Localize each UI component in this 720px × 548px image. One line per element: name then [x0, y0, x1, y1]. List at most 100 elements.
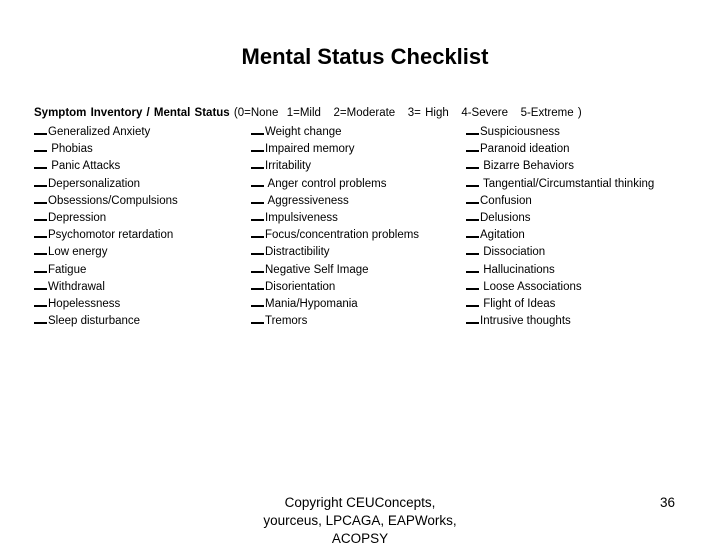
symptom-label: Withdrawal — [48, 280, 105, 293]
checklist-item: Hopelessness — [34, 294, 178, 311]
checklist-item: Agitation — [466, 225, 654, 242]
symptom-label: Obsessions/Compulsions — [48, 194, 178, 207]
rating-blank[interactable] — [251, 277, 264, 290]
checklist-item: Intrusive thoughts — [466, 311, 654, 328]
rating-blank[interactable] — [466, 174, 479, 187]
rating-blank[interactable] — [251, 156, 264, 170]
rating-blank[interactable] — [34, 311, 47, 325]
rating-blank[interactable] — [466, 208, 479, 221]
rating-blank[interactable] — [34, 156, 47, 170]
checklist-item: Obsessions/Compulsions — [34, 191, 178, 208]
checklist-item: Depersonalization — [34, 174, 178, 191]
symptom-label: Generalized Anxiety — [48, 126, 151, 138]
symptom-label: Weight change — [265, 126, 342, 138]
symptom-label: Distractibility — [265, 246, 330, 259]
rating-blank[interactable] — [251, 191, 264, 204]
symptom-label: Psychomotor retardation — [48, 229, 174, 242]
rating-blank[interactable] — [34, 122, 47, 135]
rating-blank[interactable] — [466, 122, 479, 135]
checklist-item: Confusion — [466, 191, 654, 208]
checklist-item: Generalized Anxiety — [34, 122, 178, 139]
checklist-item: Tangential/Circumstantial thinking — [466, 174, 654, 191]
checklist-item: Hallucinations — [466, 260, 654, 277]
symptom-label: Loose Associations — [480, 280, 582, 293]
rating-blank[interactable] — [466, 156, 479, 170]
rating-blank[interactable] — [34, 139, 47, 153]
symptom-label: Paranoid ideation — [480, 143, 570, 156]
checklist-item: Irritability — [251, 156, 419, 173]
symptom-label: Phobias — [48, 143, 93, 156]
symptom-label: Flight of Ideas — [480, 297, 556, 310]
checklist-item: Panic Attacks — [34, 156, 178, 173]
rating-blank[interactable] — [466, 311, 479, 325]
checklist-item: Distractibility — [251, 242, 419, 259]
checklist-item: Impulsiveness — [251, 208, 419, 225]
symptom-label: Impaired memory — [265, 143, 355, 156]
rating-blank[interactable] — [34, 260, 47, 273]
symptom-inventory-label: Symptom Inventory / Mental Status — [34, 107, 230, 119]
checklist-item: Impaired memory — [251, 139, 419, 156]
severity-scale-legend: (0=None 1=Mild 2=Moderate 3= High 4-Seve… — [233, 107, 582, 119]
checklist-item: Negative Self Image — [251, 260, 419, 277]
rating-blank[interactable] — [34, 208, 47, 221]
symptom-label: Depersonalization — [48, 177, 141, 190]
symptom-label: Tangential/Circumstantial thinking — [480, 177, 655, 190]
rating-blank[interactable] — [251, 122, 264, 135]
rating-blank[interactable] — [466, 242, 479, 256]
checklist-item: Depression — [34, 208, 178, 225]
symptom-column-1: Generalized Anxiety Phobias Panic Attack… — [34, 122, 178, 328]
rating-blank[interactable] — [34, 277, 47, 290]
symptom-label: Negative Self Image — [265, 263, 369, 276]
checklist-item: Disorientation — [251, 277, 419, 294]
rating-blank[interactable] — [34, 294, 47, 307]
symptom-label: Focus/concentration problems — [265, 229, 420, 242]
copyright-line-3: ACOPSY — [331, 531, 389, 546]
rating-blank[interactable] — [251, 225, 264, 239]
symptom-label: Low energy — [48, 246, 108, 259]
rating-blank[interactable] — [34, 225, 47, 239]
rating-blank[interactable] — [466, 260, 479, 273]
checklist-item: Dissociation — [466, 242, 654, 259]
symptom-column-2: Weight change Impaired memory Irritability… — [251, 122, 419, 328]
rating-blank[interactable] — [251, 294, 264, 307]
rating-blank[interactable] — [466, 191, 479, 204]
rating-blank[interactable] — [251, 174, 264, 187]
rating-blank[interactable] — [466, 225, 479, 239]
copyright-line-1: Copyright CEUConcepts, — [284, 495, 436, 510]
checklist-item: Focus/concentration problems — [251, 225, 419, 242]
rating-blank[interactable] — [251, 139, 264, 153]
checklist-item: Low energy — [34, 242, 178, 259]
rating-blank[interactable] — [466, 139, 479, 153]
rating-blank[interactable] — [251, 260, 264, 273]
symptom-label: Irritability — [265, 160, 312, 173]
checklist-item: Fatigue — [34, 260, 178, 277]
symptom-label: Mania/Hypomania — [265, 297, 358, 310]
checklist-item: Flight of Ideas — [466, 294, 654, 311]
symptom-label: Confusion — [480, 194, 532, 207]
symptom-label: Anger control problems — [265, 177, 387, 190]
copyright-line-2: yourceus, LPCAGA, EAPWorks, — [263, 513, 457, 528]
checklist-item: Paranoid ideation — [466, 139, 654, 156]
symptom-label: Panic Attacks — [48, 160, 121, 173]
rating-blank[interactable] — [466, 294, 479, 307]
symptom-label: Depression — [48, 211, 107, 224]
symptom-label: Intrusive thoughts — [480, 315, 571, 328]
rating-blank[interactable] — [251, 311, 264, 325]
checklist-item: Suspiciousness — [466, 122, 654, 139]
rating-blank[interactable] — [34, 174, 47, 187]
page-title: Mental Status Checklist — [241, 44, 489, 69]
rating-blank[interactable] — [466, 277, 479, 290]
checklist-item: Mania/Hypomania — [251, 294, 419, 311]
scale-header: Symptom Inventory / Mental Status (0=Non… — [34, 107, 582, 119]
rating-blank[interactable] — [34, 191, 47, 204]
symptom-label: Bizarre Behaviors — [480, 160, 574, 173]
symptom-label: Suspiciousness — [480, 126, 560, 138]
symptom-label: Aggressiveness — [265, 194, 349, 207]
checklist-item: Psychomotor retardation — [34, 225, 178, 242]
rating-blank[interactable] — [34, 242, 47, 256]
checklist-item: Weight change — [251, 122, 419, 139]
rating-blank[interactable] — [251, 242, 264, 256]
symptom-label: Agitation — [480, 229, 525, 242]
rating-blank[interactable] — [251, 208, 264, 221]
checklist-item: Tremors — [251, 311, 419, 328]
